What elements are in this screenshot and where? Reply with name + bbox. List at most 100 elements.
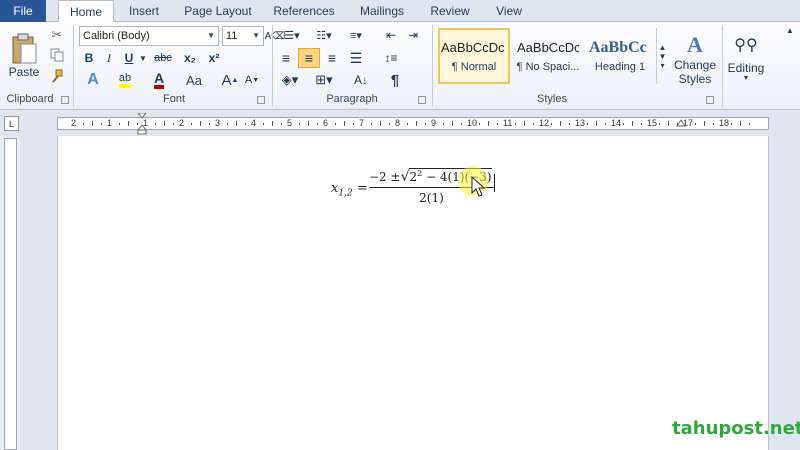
clipboard-group-label: Clipboard <box>6 93 54 105</box>
shading-button[interactable]: ◈▾ <box>276 70 304 90</box>
font-launcher[interactable] <box>257 96 265 104</box>
ruler-tick <box>515 123 516 125</box>
tab-mailings[interactable]: Mailings <box>350 0 414 22</box>
borders-button[interactable]: ⊞▾ <box>310 70 338 90</box>
text-effects-button[interactable]: A <box>80 70 106 90</box>
ruler-tick <box>272 121 273 126</box>
chevron-up-icon: ▲ <box>786 25 794 35</box>
font-size-combo[interactable]: 11 ▼ <box>222 26 264 46</box>
collapse-ribbon-button[interactable]: ▲ <box>784 24 796 36</box>
paste-button[interactable]: Paste <box>4 26 44 86</box>
ruler-number: 8 <box>395 118 401 128</box>
styles-group-label: Styles <box>537 93 567 105</box>
chevron-up-icon: ▲ <box>658 42 667 52</box>
tab-file[interactable]: File <box>0 0 46 22</box>
equation-equals: = <box>357 181 368 196</box>
tab-insert[interactable]: Insert <box>118 0 170 22</box>
style-preview: AaBbCcDc <box>517 39 579 55</box>
styles-scroll[interactable]: ▲ ▼ ▾ <box>656 28 668 84</box>
binoculars-icon: ⚲⚲ <box>734 36 758 54</box>
ruler-number: 11 <box>503 118 513 128</box>
ruler-tick <box>308 121 309 126</box>
ruler-number: 6 <box>323 118 329 128</box>
tab-review[interactable]: Review <box>424 0 476 22</box>
superscript-button[interactable]: x² <box>204 49 224 67</box>
tab-view[interactable]: View <box>486 0 532 22</box>
style-no-spacing[interactable]: AaBbCcDc ¶ No Spaci... <box>512 28 584 84</box>
subscript-button[interactable]: x₂ <box>180 49 200 67</box>
ruler-tick <box>236 121 237 126</box>
font-group-label: Font <box>162 93 185 105</box>
horizontal-ruler[interactable]: 2 1 1 2 3 4 5 6 7 8 9 10 11 12 13 14 15 17 18 <box>57 117 769 130</box>
strikethrough-button[interactable]: abc <box>150 49 176 67</box>
vertical-ruler[interactable] <box>4 138 17 450</box>
bold-button[interactable]: B <box>80 49 98 67</box>
grow-font-button[interactable]: A ▲ <box>222 70 239 90</box>
increase-indent-button[interactable]: ⇥ <box>404 26 422 44</box>
multilevel-list-icon: ≡▾ <box>350 29 362 42</box>
font-family-combo[interactable]: Calibri (Body) ▼ <box>79 26 219 46</box>
underline-dropdown[interactable]: ▼ <box>138 49 148 67</box>
ruler-tick <box>632 121 633 126</box>
underline-button[interactable]: U <box>120 49 138 67</box>
tab-references[interactable]: References <box>266 0 342 22</box>
styles-launcher[interactable] <box>706 96 714 104</box>
paragraph-launcher[interactable] <box>418 96 426 104</box>
show-marks-button[interactable]: ¶ <box>384 70 406 90</box>
ruler-tick <box>524 121 525 126</box>
align-right-button[interactable]: ≡ <box>322 48 342 68</box>
ruler-tick <box>335 123 336 125</box>
ruler-tick <box>245 123 246 125</box>
ruler-tick <box>749 123 750 125</box>
ruler-tick <box>281 123 282 125</box>
justify-button[interactable]: ☰ <box>346 48 366 68</box>
clipboard-launcher[interactable] <box>61 96 69 104</box>
style-normal[interactable]: AaBbCcDc ¶ Normal <box>438 28 510 84</box>
bullets-button[interactable]: ☰▾ <box>278 26 306 44</box>
tab-selector[interactable]: L <box>4 116 19 131</box>
ruler-bar: L 2 1 1 2 3 4 5 6 7 8 9 10 11 12 13 14 15 17 18 <box>0 111 800 136</box>
align-left-button[interactable]: ≡ <box>276 48 296 68</box>
chevron-down-icon: ▼ <box>139 53 147 63</box>
cut-button[interactable]: ✂ <box>48 26 66 44</box>
ruler-tick <box>83 123 84 125</box>
copy-button[interactable] <box>48 46 66 64</box>
right-indent-marker[interactable] <box>676 119 686 131</box>
numbering-button[interactable]: ☷▾ <box>310 26 338 44</box>
ruler-tick <box>92 121 93 126</box>
watermark: tahupost.net <box>672 418 800 439</box>
ruler-tick <box>353 123 354 125</box>
ruler-number: 12 <box>539 118 550 128</box>
ruler-tick <box>263 123 264 125</box>
ruler-tick <box>119 123 120 125</box>
sort-button[interactable]: A↓ <box>350 70 372 90</box>
ruler-tick <box>200 121 201 126</box>
tab-page-layout[interactable]: Page Layout <box>178 0 258 22</box>
ruler-tick <box>227 123 228 125</box>
editing-button[interactable]: ⚲⚲ Editing ▼ <box>726 26 766 90</box>
highlighter-icon: ab <box>118 72 132 88</box>
ruler-tick <box>587 123 588 125</box>
format-painter-button[interactable] <box>48 67 66 85</box>
ruler-tick <box>641 123 642 125</box>
style-name: ¶ Normal <box>451 60 497 73</box>
align-center-button[interactable]: ≡ <box>298 48 320 68</box>
style-name: Heading 1 <box>594 61 646 73</box>
ruler-tick <box>560 121 561 126</box>
highlight-button[interactable]: ab <box>112 70 138 90</box>
decrease-indent-button[interactable]: ⇤ <box>382 26 400 44</box>
change-case-button[interactable]: Aa <box>180 70 208 90</box>
indent-marker[interactable] <box>136 112 148 135</box>
ruler-tick <box>452 121 453 126</box>
change-styles-button[interactable]: A Change Styles <box>670 26 720 92</box>
line-spacing-button[interactable]: ↕≡ <box>378 48 404 68</box>
italic-button[interactable]: I <box>100 49 118 67</box>
multilevel-list-button[interactable]: ≡▾ <box>342 26 370 44</box>
shrink-font-button[interactable]: A ▼ <box>244 70 260 90</box>
font-color-button[interactable]: A <box>146 70 172 90</box>
borders-icon: ⊞▾ <box>315 72 333 87</box>
tab-home[interactable]: Home <box>58 0 114 23</box>
line-spacing-icon: ↕≡ <box>384 51 398 65</box>
style-heading-1[interactable]: AaBbCc Heading 1 <box>586 28 654 84</box>
divider <box>432 25 433 107</box>
